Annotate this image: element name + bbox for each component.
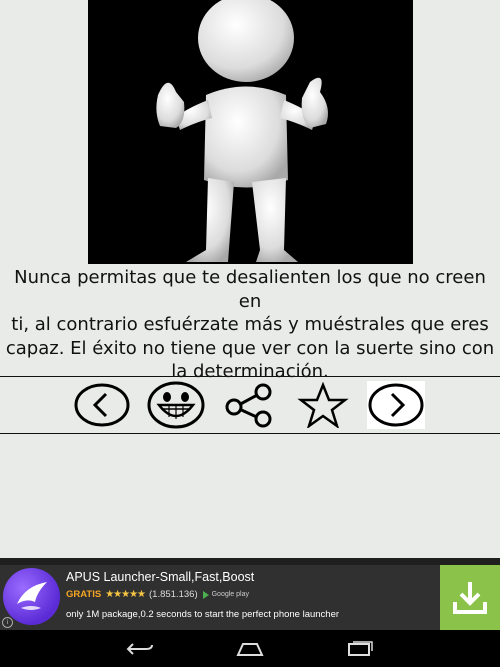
quote-text: Nunca permitas que te desalienten los qu… — [0, 266, 500, 384]
laughing-smiley-icon — [147, 381, 205, 429]
home-icon — [236, 643, 264, 656]
back-icon — [126, 643, 153, 655]
hero-image — [88, 0, 413, 264]
circle-chevron-left-icon — [74, 383, 130, 427]
laugh-button[interactable] — [147, 381, 205, 429]
recents-icon — [348, 641, 373, 656]
ad-meta: GRATIS ★★★★★ (1.851.136) Google play — [66, 589, 249, 600]
download-icon — [453, 581, 487, 614]
recents-button[interactable] — [342, 638, 378, 660]
action-toolbar — [0, 377, 500, 433]
google-play-badge: Google play — [202, 590, 249, 599]
back-button[interactable] — [122, 638, 158, 660]
ad-info-icon[interactable]: i — [2, 617, 13, 628]
review-count: (1.851.136) — [149, 589, 198, 600]
quote-line: ti, al contrario esfuérzate más y muéstr… — [11, 314, 489, 335]
system-nav-bar — [0, 630, 500, 667]
app-logo[interactable] — [3, 568, 60, 625]
apus-logo-icon — [17, 582, 47, 610]
play-store-icon — [202, 590, 209, 599]
ad-description: only 1M package,0.2 seconds to start the… — [66, 609, 340, 620]
quote-line: capaz. El éxito no tiene que ver con la … — [5, 337, 495, 359]
price-badge: GRATIS — [66, 589, 102, 600]
share-button[interactable] — [220, 381, 278, 429]
rating-stars: ★★★★★ — [105, 589, 146, 600]
install-button[interactable] — [440, 565, 500, 630]
next-button[interactable] — [367, 381, 425, 429]
home-button[interactable] — [232, 638, 268, 660]
favorite-button[interactable] — [294, 381, 352, 429]
ad-content[interactable]: APUS Launcher-Small,Fast,Boost GRATIS ★★… — [0, 565, 500, 630]
quote-line: Nunca permitas que te desalienten los qu… — [14, 267, 486, 312]
star-outline-icon — [297, 382, 349, 428]
circle-chevron-right-icon — [368, 383, 424, 427]
share-icon — [225, 383, 272, 428]
ad-banner[interactable]: APUS Launcher-Small,Fast,Boost GRATIS ★★… — [0, 558, 500, 630]
previous-button[interactable] — [73, 381, 131, 429]
thumbs-up-figure — [156, 0, 328, 262]
store-name: Google play — [211, 591, 249, 598]
divider-bottom — [0, 433, 500, 434]
ad-title[interactable]: APUS Launcher-Small,Fast,Boost — [66, 570, 254, 584]
